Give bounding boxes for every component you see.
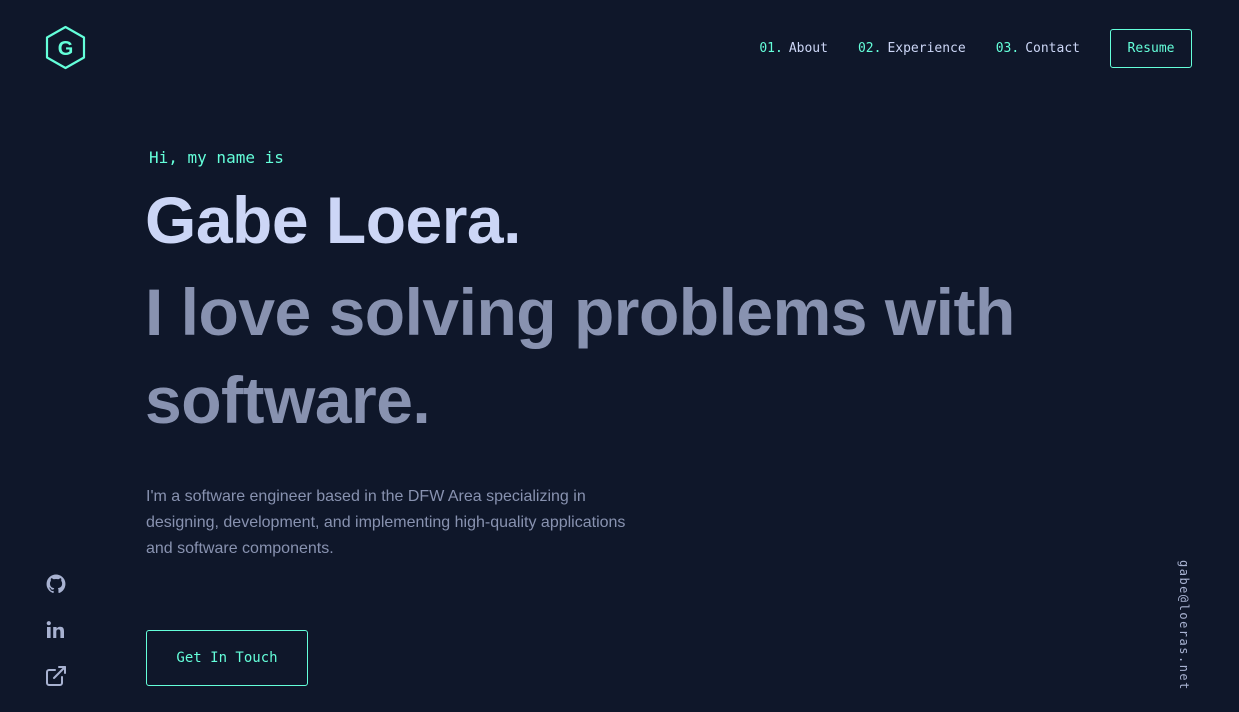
hero-bio: I'm a software engineer based in the DFW…: [146, 488, 626, 557]
hero-tagline: I love solving problems with software.: [145, 275, 1015, 437]
main-nav: 01. About 02. Experience 03. Contact Resume: [759, 29, 1192, 68]
nav-number: 02.: [857, 41, 882, 56]
logo[interactable]: G: [44, 25, 87, 70]
external-link-icon: [46, 666, 66, 686]
hexagon-logo-icon: G: [45, 25, 86, 70]
external-link[interactable]: [44, 664, 68, 688]
nav-label: About: [788, 41, 828, 56]
nav-item-contact[interactable]: 03. Contact: [996, 41, 1080, 56]
nav-number: 01.: [759, 41, 783, 56]
github-icon: [46, 574, 66, 594]
nav-label: Contact: [1025, 41, 1080, 56]
github-link[interactable]: [44, 572, 68, 596]
nav-item-experience[interactable]: 02. Experience: [858, 41, 966, 56]
intro-text: Hi, my name is: [149, 148, 284, 167]
nav-item-about[interactable]: 01. About: [759, 41, 828, 56]
resume-button[interactable]: Resume: [1110, 29, 1192, 68]
nav-number: 03.: [995, 41, 1020, 56]
social-links: [44, 572, 68, 710]
get-in-touch-button[interactable]: Get In Touch: [146, 630, 308, 686]
logo-letter: G: [58, 38, 74, 60]
email-link[interactable]: gabe@loeras.net: [1173, 560, 1191, 692]
linkedin-icon: [46, 621, 64, 638]
hero-name: Gabe Loera.: [145, 183, 521, 257]
linkedin-link[interactable]: [44, 618, 68, 642]
nav-label: Experience: [887, 41, 966, 56]
